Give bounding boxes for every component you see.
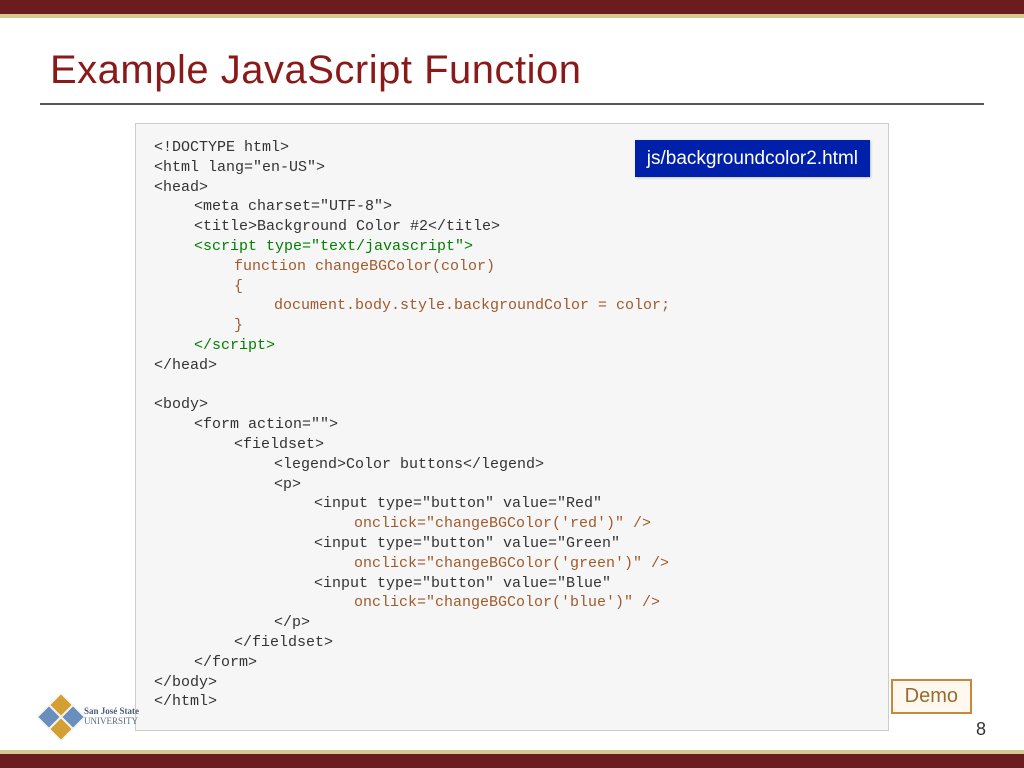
code-line-onclick: onclick="changeBGColor('red')" />	[154, 514, 870, 534]
code-line-script-open: <script type="text/javascript">	[154, 237, 870, 257]
code-line-onclick: onclick="changeBGColor('blue')" />	[154, 593, 870, 613]
code-line: </form>	[154, 653, 870, 673]
code-line: <body>	[154, 395, 870, 415]
code-line-onclick: onclick="changeBGColor('green')" />	[154, 554, 870, 574]
slide-title: Example JavaScript Function	[50, 48, 974, 93]
logo-line2: UNIVERSITY	[84, 717, 139, 727]
title-underline	[40, 103, 984, 105]
code-line-body: document.body.style.backgroundColor = co…	[154, 296, 870, 316]
code-line-script-close: </script>	[154, 336, 870, 356]
code-line: <p>	[154, 475, 870, 495]
code-line: <head>	[154, 178, 870, 198]
sjsu-logo: San José State UNIVERSITY	[44, 700, 139, 734]
code-line: <form action="">	[154, 415, 870, 435]
file-path-badge: js/backgroundcolor2.html	[635, 140, 870, 177]
code-line: </body>	[154, 673, 870, 693]
code-line: </html>	[154, 692, 870, 712]
bottom-accent-bar	[0, 750, 1024, 768]
code-line: <input type="button" value="Blue"	[154, 574, 870, 594]
code-line: </fieldset>	[154, 633, 870, 653]
code-line: <fieldset>	[154, 435, 870, 455]
code-line: <input type="button" value="Red"	[154, 494, 870, 514]
code-line: <input type="button" value="Green"	[154, 534, 870, 554]
code-line: <legend>Color buttons</legend>	[154, 455, 870, 475]
code-line	[154, 376, 870, 396]
code-line: <meta charset="UTF-8">	[154, 197, 870, 217]
code-line-func-decl: function changeBGColor(color)	[154, 257, 870, 277]
top-accent-bar	[0, 0, 1024, 18]
code-block: js/backgroundcolor2.html <!DOCTYPE html>…	[135, 123, 889, 731]
sjsu-logo-text: San José State UNIVERSITY	[84, 707, 139, 727]
code-line-brace-close: }	[154, 316, 870, 336]
code-line-brace-open: {	[154, 277, 870, 297]
demo-button[interactable]: Demo	[891, 679, 972, 714]
code-line: </p>	[154, 613, 870, 633]
sjsu-logo-icon	[37, 693, 85, 741]
page-number: 8	[976, 719, 986, 740]
code-line: <title>Background Color #2</title>	[154, 217, 870, 237]
code-line: </head>	[154, 356, 870, 376]
